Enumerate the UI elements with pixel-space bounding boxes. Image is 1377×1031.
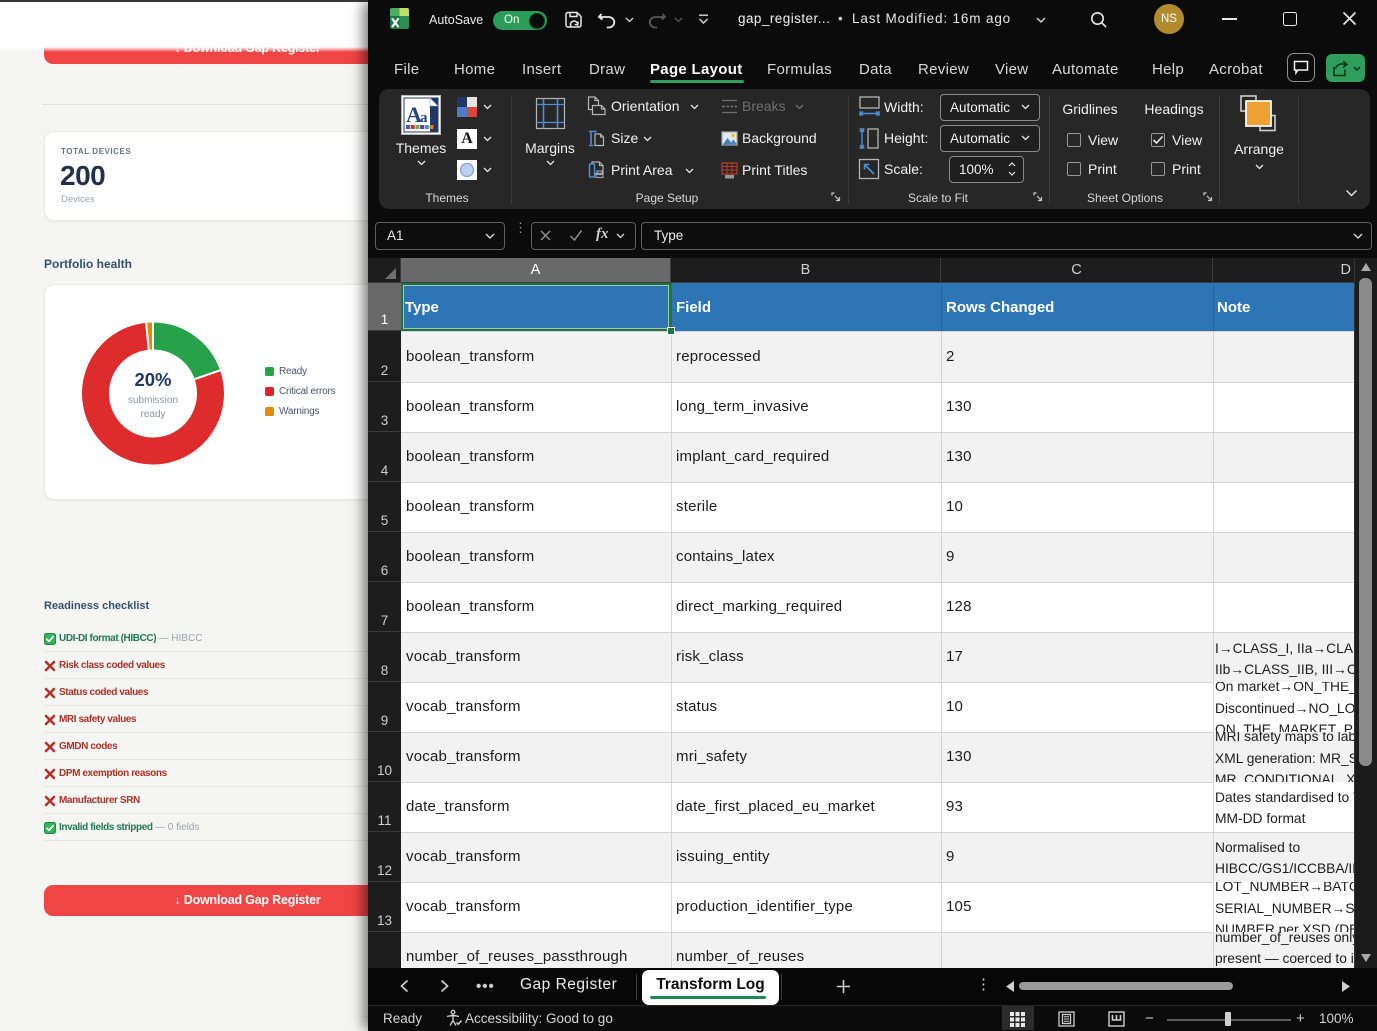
svg-text:a: a — [420, 110, 428, 126]
